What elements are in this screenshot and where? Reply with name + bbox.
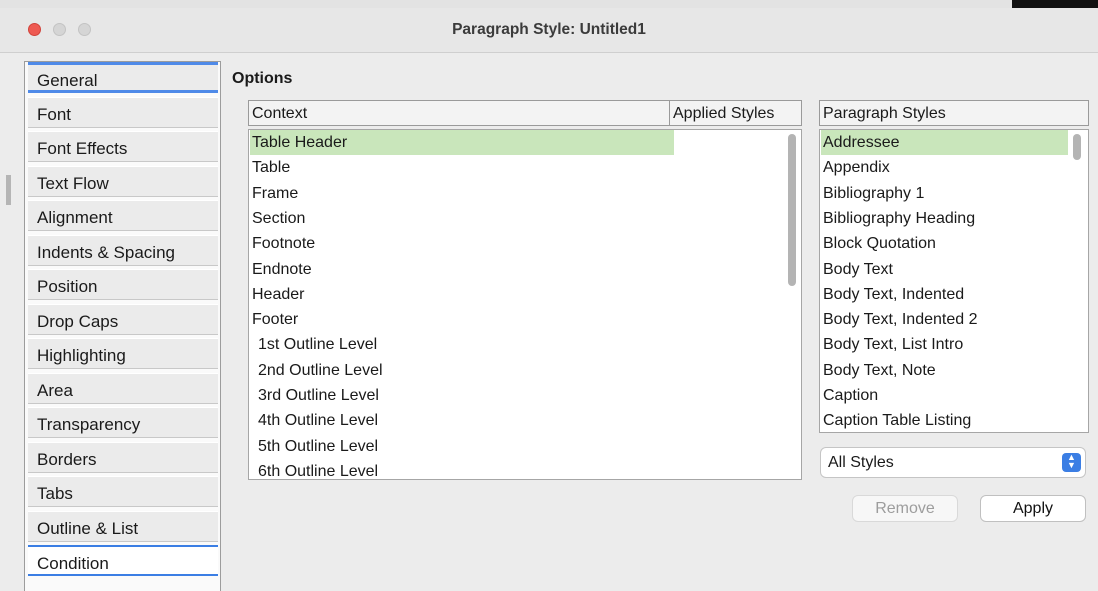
- styles-scrollbar[interactable]: [1073, 134, 1081, 160]
- tab-text-flow[interactable]: Text Flow: [28, 166, 218, 197]
- sidebar-tabs: General Font Font Effects Text Flow Alignmen…: [24, 61, 221, 591]
- paragraph-styles-list[interactable]: Addressee Appendix Bibliography 1 Bibliogra…: [819, 129, 1089, 433]
- context-scrollbar[interactable]: [788, 134, 796, 286]
- applied-styles-column-header[interactable]: Applied Styles: [669, 100, 802, 126]
- tab-font-effects[interactable]: Font Effects: [28, 131, 218, 162]
- tab-general[interactable]: General: [28, 62, 218, 93]
- context-item[interactable]: Header: [250, 282, 674, 307]
- background-dark-area: [1012, 0, 1098, 8]
- tab-drop-caps[interactable]: Drop Caps: [28, 304, 218, 335]
- tab-alignment[interactable]: Alignment: [28, 200, 218, 231]
- tab-position[interactable]: Position: [28, 269, 218, 300]
- style-item[interactable]: Appendix: [821, 155, 1068, 180]
- style-item[interactable]: Addressee: [821, 130, 1068, 155]
- context-item[interactable]: Endnote: [250, 257, 674, 282]
- style-item[interactable]: Body Text: [821, 257, 1068, 282]
- tab-indents-spacing[interactable]: Indents & Spacing: [28, 235, 218, 266]
- tab-outline-list[interactable]: Outline & List: [28, 511, 218, 542]
- style-item[interactable]: Block Quotation: [821, 231, 1068, 256]
- style-filter-value: All Styles: [828, 454, 894, 471]
- window-edge-marker: [6, 175, 11, 205]
- context-item[interactable]: 5th Outline Level: [250, 434, 674, 459]
- style-item[interactable]: Bibliography Heading: [821, 206, 1068, 231]
- style-item[interactable]: Body Text, Note: [821, 358, 1068, 383]
- style-item[interactable]: Body Text, Indented: [821, 282, 1068, 307]
- tab-highlighting[interactable]: Highlighting: [28, 338, 218, 369]
- context-item[interactable]: 4th Outline Level: [250, 408, 674, 433]
- chevron-updown-icon: ▲ ▼: [1062, 453, 1081, 472]
- context-list[interactable]: Table Header Table Frame Section Footnote End…: [248, 129, 802, 480]
- title-bar: Paragraph Style: Untitled1: [0, 8, 1098, 53]
- context-item[interactable]: Table: [250, 155, 674, 180]
- context-item[interactable]: Section: [250, 206, 674, 231]
- apply-button[interactable]: Apply: [980, 495, 1086, 522]
- style-item[interactable]: Body Text, List Intro: [821, 332, 1068, 357]
- context-item[interactable]: Table Header: [250, 130, 674, 155]
- style-item[interactable]: Caption: [821, 383, 1068, 408]
- paragraph-styles-header: Paragraph Styles: [819, 100, 1089, 126]
- remove-button[interactable]: Remove: [852, 495, 958, 522]
- background-strip: [0, 0, 1098, 8]
- tab-borders[interactable]: Borders: [28, 442, 218, 473]
- context-item[interactable]: 1st Outline Level: [250, 332, 674, 357]
- context-column-header[interactable]: Context: [248, 100, 670, 126]
- style-item[interactable]: Body Text, Indented 2: [821, 307, 1068, 332]
- window-title: Paragraph Style: Untitled1: [452, 21, 646, 38]
- style-item[interactable]: Bibliography 1: [821, 181, 1068, 206]
- tab-font[interactable]: Font: [28, 97, 218, 128]
- context-item[interactable]: 3rd Outline Level: [250, 383, 674, 408]
- tab-tabs[interactable]: Tabs: [28, 476, 218, 507]
- style-filter-select[interactable]: All Styles ▲ ▼: [820, 447, 1086, 478]
- context-item[interactable]: 2nd Outline Level: [250, 358, 674, 383]
- style-item[interactable]: Caption Table Listing: [821, 408, 1068, 432]
- tab-transparency[interactable]: Transparency: [28, 407, 218, 438]
- context-item[interactable]: Footnote: [250, 231, 674, 256]
- tab-condition[interactable]: Condition: [28, 545, 218, 576]
- context-item[interactable]: Frame: [250, 181, 674, 206]
- options-heading: Options: [232, 70, 293, 87]
- tab-area[interactable]: Area: [28, 373, 218, 404]
- context-item[interactable]: Footer: [250, 307, 674, 332]
- context-item[interactable]: 6th Outline Level: [250, 459, 674, 479]
